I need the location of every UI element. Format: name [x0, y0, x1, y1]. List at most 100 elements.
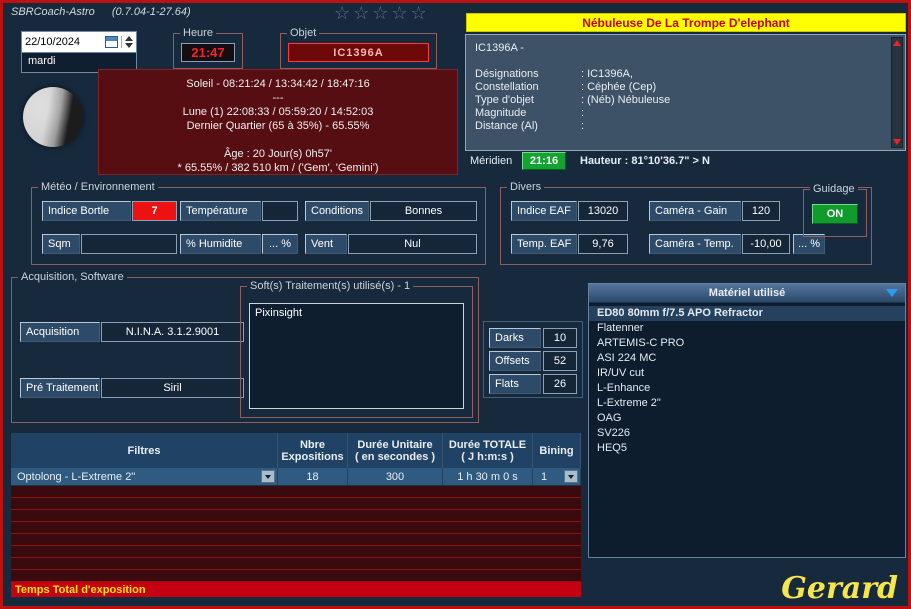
objet-group: Objet IC1396A [280, 27, 437, 69]
guidage-group-label: Guidage [810, 183, 858, 195]
table-empty-row[interactable] [11, 558, 581, 570]
bining-cell[interactable]: 1 [533, 468, 581, 485]
bortle-value[interactable]: 7 [132, 201, 177, 221]
spinner-down-icon[interactable] [125, 43, 133, 48]
materiel-item[interactable]: IR/UV cut [589, 366, 905, 381]
field-value: : IC1396A, [581, 68, 633, 80]
materiel-item[interactable]: ARTEMIS-C PRO [589, 336, 905, 351]
filter-icon[interactable] [886, 289, 898, 297]
header-duree-totale: Durée TOTALE ( J h:m:s ) [443, 433, 533, 468]
field-label: Type d'objet [475, 94, 534, 106]
object-info-scrollbar[interactable] [891, 37, 903, 148]
materiel-item[interactable]: L-Enhance [589, 381, 905, 396]
calendar-icon[interactable] [105, 36, 118, 48]
header-line: Bining [539, 444, 574, 457]
offsets-value[interactable]: 52 [543, 351, 577, 371]
heure-field[interactable]: 21:47 [181, 43, 235, 62]
rating-stars[interactable]: ☆☆☆☆☆ [334, 3, 430, 24]
objet-group-label: Objet [287, 27, 320, 39]
object-title-banner: Nébuleuse De La Trompe D'elephant [466, 13, 906, 32]
flats-value[interactable]: 26 [543, 374, 577, 394]
objet-field[interactable]: IC1396A [288, 43, 429, 62]
date-value: 22/10/2024 [25, 36, 81, 48]
date-input[interactable]: 22/10/2024 [22, 32, 136, 53]
conditions-value[interactable]: Bonnes [370, 201, 477, 221]
soft-group-label: Soft(s) Traitement(s) utilisé(s) - 1 [247, 280, 414, 292]
duree-unitaire-cell[interactable]: 300 [348, 468, 443, 485]
date-spinner[interactable] [121, 36, 133, 48]
filter-name-cell[interactable]: Optolong - L-Extreme 2" [11, 468, 278, 485]
total-exposure-bar: Temps Total d'exposition [11, 582, 581, 597]
ephemeris-panel: Soleil - 08:21:24 / 13:34:42 / 18:47:16 … [98, 69, 458, 175]
table-empty-row[interactable] [11, 498, 581, 510]
header-duree-unitaire: Durée Unitaire ( en secondes ) [348, 433, 443, 468]
filter-dropdown-icon[interactable] [261, 470, 275, 483]
table-empty-row[interactable] [11, 570, 581, 582]
spinner-up-icon[interactable] [125, 36, 133, 41]
camera-temp-value[interactable]: -10,00 [742, 234, 790, 254]
temperature-value[interactable] [262, 201, 298, 221]
materiel-item[interactable]: ED80 80mm f/7.5 APO Refractor [589, 306, 905, 321]
moon-age-text: Âge : 20 Jour(s) 0h57' [224, 148, 332, 160]
table-empty-row[interactable] [11, 534, 581, 546]
soft-traitement-textarea[interactable]: Pixinsight [249, 303, 464, 409]
guidage-toggle[interactable]: ON [812, 204, 858, 224]
bining-value: 1 [541, 470, 548, 483]
acquisition-group: Acquisition, Software Acquisition N.I.N.… [11, 271, 479, 423]
materiel-item[interactable]: L-Extreme 2" [589, 396, 905, 411]
materiel-panel: Matériel utilisé ED80 80mm f/7.5 APO Ref… [588, 283, 906, 558]
weekday-label: mardi [28, 55, 56, 67]
app-version: (0.7.04-1-27.64) [111, 6, 191, 18]
meridien-time-badge: 21:16 [522, 152, 566, 170]
filters-table: Filtres Nbre Expositions Durée Unitaire … [11, 433, 581, 597]
conditions-label: Conditions [305, 201, 369, 221]
guidage-group: Guidage ON [803, 183, 867, 237]
offsets-label: Offsets [489, 351, 541, 371]
pre-traitement-value[interactable]: Siril [101, 378, 244, 398]
materiel-item[interactable]: HEQ5 [589, 441, 905, 456]
header-filtres: Filtres [11, 433, 278, 468]
darks-label: Darks [489, 328, 541, 348]
moon-detail-text: * 65.55% / 382 510 km / ('Gem', 'Gemini'… [177, 162, 379, 174]
expositions-cell[interactable]: 18 [278, 468, 348, 485]
acquisition-value[interactable]: N.I.N.A. 3.1.2.9001 [101, 322, 244, 342]
table-empty-row[interactable] [11, 546, 581, 558]
scroll-down-icon[interactable] [893, 139, 901, 145]
object-field-row: Désignations : IC1396A, [475, 68, 896, 81]
soft-traitement-group: Soft(s) Traitement(s) utilisé(s) - 1 Pix… [240, 280, 473, 418]
materiel-item[interactable]: SV226 [589, 426, 905, 441]
humidite-button[interactable]: ... % [262, 234, 298, 254]
camera-gain-value[interactable]: 120 [742, 201, 780, 221]
camera-temp-button[interactable]: ... % [793, 234, 825, 254]
darks-value[interactable]: 10 [543, 328, 577, 348]
object-info-panel: IC1396A - Désignations : IC1396A, Conste… [465, 34, 906, 151]
temp-eaf-value[interactable]: 9,76 [578, 234, 628, 254]
scroll-up-icon[interactable] [893, 40, 901, 46]
materiel-item[interactable]: ASI 224 MC [589, 351, 905, 366]
camera-gain-label: Caméra - Gain [649, 201, 741, 221]
indice-eaf-value[interactable]: 13020 [578, 201, 628, 221]
app-name: SBRCoach-Astro [11, 6, 95, 18]
materiel-item[interactable]: OAG [589, 411, 905, 426]
temperature-label: Température [180, 201, 261, 221]
table-empty-row[interactable] [11, 486, 581, 498]
field-label: Désignations [475, 68, 539, 80]
object-field-row: Type d'objet : (Néb) Nébuleuse [475, 94, 896, 107]
moon-times-text: Lune (1) 22:08:33 / 05:59:20 / 14:52:03 [182, 106, 374, 118]
materiel-header: Matériel utilisé [589, 284, 905, 303]
vent-label: Vent [305, 234, 347, 254]
table-empty-row[interactable] [11, 510, 581, 522]
filter-name: Optolong - L-Extreme 2" [17, 470, 136, 483]
calibration-panel: Darks 10 Offsets 52 Flats 26 [483, 321, 583, 398]
header-line: Durée Unitaire [357, 438, 433, 451]
bining-dropdown-icon[interactable] [564, 470, 578, 483]
moon-quarter-text: Dernier Quartier (65 à 35%) - 65.55% [186, 120, 370, 132]
camera-temp-label: Caméra - Temp. [649, 234, 741, 254]
object-name: IC1396A - [475, 42, 524, 54]
signature: Gerard [781, 571, 898, 606]
vent-value[interactable]: Nul [348, 234, 477, 254]
materiel-list: ED80 80mm f/7.5 APO Refractor Flatenner … [589, 303, 905, 557]
table-empty-row[interactable] [11, 522, 581, 534]
materiel-item[interactable]: Flatenner [589, 321, 905, 336]
sqm-value[interactable] [81, 234, 177, 254]
